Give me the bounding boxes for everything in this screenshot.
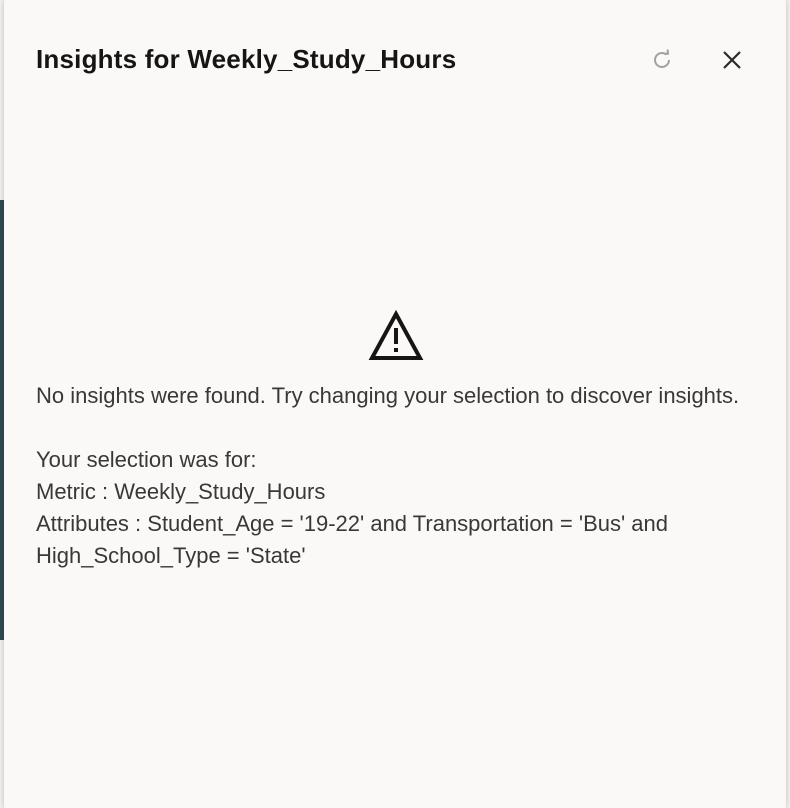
attributes-line: Attributes : Student_Age = '19-22' and T… <box>36 511 668 568</box>
refresh-icon <box>654 49 670 68</box>
close-button[interactable] <box>712 40 752 80</box>
selection-heading: Your selection was for: <box>36 447 257 472</box>
insights-panel: Insights for Weekly_Study_Hours No insig… <box>4 0 786 808</box>
warning-icon <box>368 310 424 360</box>
panel-title: Insights for Weekly_Study_Hours <box>36 44 457 74</box>
selection-summary: Your selection was for: Metric : Weekly_… <box>36 444 756 572</box>
no-insights-message: No insights were found. Try changing you… <box>36 383 740 408</box>
close-icon <box>723 51 741 69</box>
panel-header: Insights for Weekly_Study_Hours <box>4 0 786 120</box>
refresh-button[interactable] <box>642 40 682 80</box>
metric-line: Metric : Weekly_Study_Hours <box>36 479 326 504</box>
warning-icon-wrap <box>36 310 756 362</box>
empty-state: No insights were found. Try changing you… <box>36 310 756 572</box>
